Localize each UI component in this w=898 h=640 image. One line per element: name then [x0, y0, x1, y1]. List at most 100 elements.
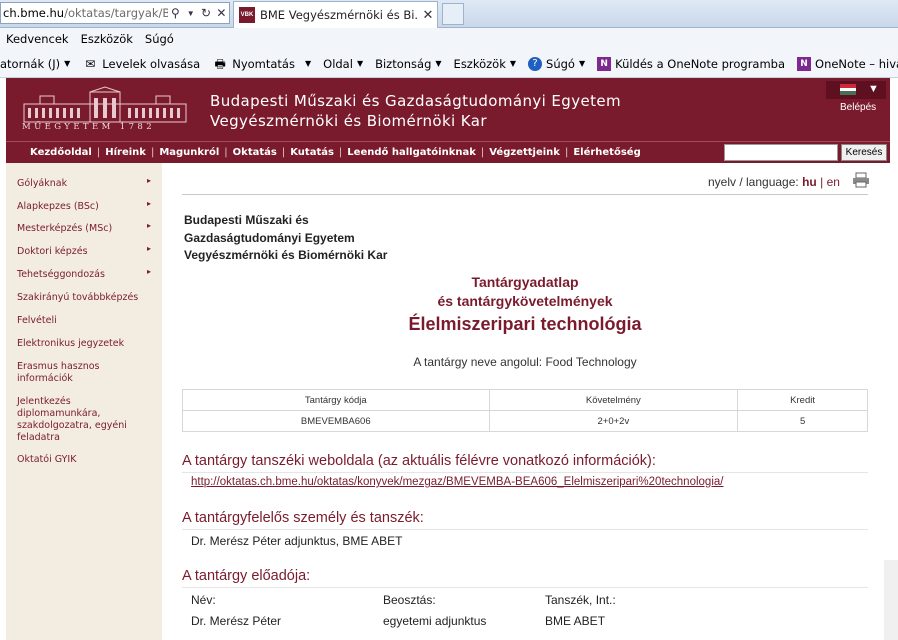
hungarian-flag-icon	[840, 84, 856, 95]
search-icon[interactable]: ⚲	[168, 6, 183, 20]
help-icon: ?	[528, 56, 543, 71]
chevron-down-icon: ▼	[304, 59, 312, 68]
cmd-print-label: Nyomtatás	[232, 56, 295, 71]
chevron-right-icon: ▸	[147, 221, 152, 230]
course-website-link[interactable]: http://oktatas.ch.bme.hu/oktatas/konyvek…	[191, 476, 723, 488]
menu-tools[interactable]: Eszközök	[75, 32, 139, 46]
vertical-scrollbar[interactable]	[884, 560, 898, 640]
dropdown-icon[interactable]: ▼	[183, 9, 198, 18]
course-data-table: Tantárgy kódja Követelmény Kredit BMEVEM…	[182, 389, 868, 432]
sidebar-item-e-notes[interactable]: Elektronikus jegyzetek	[17, 338, 142, 350]
sidebar: Gólyáknak ▸ Alapkepzes (BSc) ▸ Mesterkép…	[6, 163, 162, 640]
cmd-tools[interactable]: Eszközök ▼	[454, 57, 516, 71]
divider	[182, 587, 868, 588]
chevron-right-icon: ▸	[147, 176, 152, 185]
cmd-print[interactable]: 🖶 Nyomtatás ▼	[212, 56, 312, 71]
nav-separator: |	[480, 147, 485, 158]
lang-hu-link[interactable]: hu	[802, 175, 817, 189]
language-label: nyelv / language:	[708, 175, 799, 189]
cmd-read-mail[interactable]: ✉ Levelek olvasása	[82, 57, 200, 71]
responsible-person: Dr. Merész Péter adjunktus, BME ABET	[191, 534, 403, 548]
sidebar-item-admission[interactable]: Felvételi	[17, 315, 142, 327]
tab-favicon-icon: VBK	[239, 7, 255, 23]
chevron-down-icon: ▼	[435, 59, 442, 68]
divider	[182, 529, 868, 530]
nav-research[interactable]: Kutatás	[290, 147, 334, 158]
cmd-partial[interactable]: atornák (J) ▼	[0, 57, 70, 71]
cmd-page[interactable]: Oldal ▼	[323, 57, 363, 71]
browser-tab-active[interactable]: VBK BME Vegyészmérnöki és Bi... ✕	[233, 1, 438, 28]
printer-icon[interactable]	[852, 172, 870, 188]
lang-en-link[interactable]: en	[827, 175, 840, 189]
lecturer-name: Dr. Merész Péter	[191, 614, 282, 628]
triangle-down-icon: ▼	[868, 83, 879, 95]
chevron-right-icon: ▸	[147, 199, 152, 208]
cmd-help-label: Súgó	[546, 56, 575, 71]
menu-help[interactable]: Súgó	[139, 32, 180, 46]
table-cell-credit: 5	[737, 410, 868, 432]
address-path: /oktatas/targyak/BMEVI	[64, 6, 168, 20]
cmd-safety[interactable]: Biztonság ▼	[375, 57, 441, 71]
cmd-onenote-link-label: OneNote – hivatkoz	[815, 56, 898, 71]
address-host: ch.bme.hu	[3, 6, 65, 20]
menu-favorites[interactable]: Kedvencek	[0, 32, 75, 46]
nav-education[interactable]: Oktatás	[233, 147, 277, 158]
nav-alumni[interactable]: Végzettjeink	[489, 147, 560, 158]
nav-about[interactable]: Magunkról	[159, 147, 219, 158]
course-title: Élelmiszeripari technológia	[408, 314, 642, 334]
sidebar-item-talent[interactable]: Tehetséggondozás	[17, 269, 142, 281]
sidebar-item-further-training[interactable]: Szakirányú továbbképzés	[17, 292, 142, 304]
lang-separator: |	[820, 175, 824, 189]
cmd-help[interactable]: ? Súgó ▼	[528, 56, 585, 71]
cmd-onenote-send-label: Küldés a OneNote programba	[615, 56, 786, 71]
nav-separator: |	[281, 147, 286, 158]
nav-future-students[interactable]: Leendő hallgatóinknak	[347, 147, 476, 158]
nav-separator: |	[150, 147, 155, 158]
table-header-requirement: Követelmény	[488, 389, 739, 411]
language-switch: nyelv / language: hu | en	[708, 175, 840, 189]
requirements-title: és tantárgykövetelmények	[437, 293, 613, 309]
sidebar-item-freshmen[interactable]: Gólyáknak	[17, 178, 142, 190]
main-nav: Kezdőoldal | Híreink | Magunkról | Oktatás |…	[6, 141, 890, 163]
printer-icon: 🖶	[214, 56, 226, 71]
stop-icon[interactable]: ✕	[214, 6, 229, 20]
chevron-down-icon: ▼	[356, 59, 364, 68]
sidebar-item-faq[interactable]: Oktatói GYIK	[17, 454, 142, 466]
refresh-icon[interactable]: ↻	[198, 6, 213, 20]
chevron-right-icon: ▸	[147, 267, 152, 276]
chevron-right-icon: ▸	[147, 244, 152, 253]
sidebar-item-msc[interactable]: Mesterképzés (MSc)	[17, 223, 142, 235]
cmd-partial-label: atornák (J)	[0, 56, 61, 71]
address-url[interactable]: ch.bme.hu/oktatas/targyak/BMEVI	[3, 6, 168, 20]
nav-home[interactable]: Kezdőoldal	[30, 147, 92, 158]
cmd-read-mail-label: Levelek olvasása	[102, 56, 201, 71]
institution-line-3: Vegyészmérnöki és Biomérnöki Kar	[184, 248, 388, 262]
tab-title: BME Vegyészmérnöki és Bi...	[260, 8, 419, 22]
new-tab-button[interactable]	[442, 3, 464, 25]
onenote-icon: N	[797, 56, 812, 71]
sidebar-item-thesis[interactable]: Jelentkezés diplomamunkára, szakdolgozat…	[17, 396, 142, 444]
menu-bar: Kedvencek Eszközök Súgó	[0, 28, 898, 50]
onenote-icon: N	[597, 56, 612, 71]
nav-separator: |	[96, 147, 101, 158]
lecturer-department: BME ABET	[545, 614, 606, 628]
cmd-onenote-send[interactable]: N Küldés a OneNote programba	[597, 56, 786, 71]
header-top-right: ▼ Belépés	[826, 78, 890, 141]
nav-contact[interactable]: Elérhetőség	[573, 147, 640, 158]
sidebar-item-phd[interactable]: Doktori képzés	[17, 246, 142, 258]
search-button[interactable]: Keresés	[841, 144, 887, 161]
cmd-onenote-link[interactable]: NOneNote – hivatkoz	[797, 56, 898, 71]
sidebar-item-erasmus[interactable]: Erasmus hasznos információk	[17, 361, 117, 385]
course-english-name: A tantárgy neve angolul: Food Technology	[413, 355, 637, 369]
nav-news[interactable]: Híreink	[105, 147, 146, 158]
address-bar[interactable]: ch.bme.hu/oktatas/targyak/BMEVI ⚲ ▼ ↻ ✕	[0, 2, 230, 24]
login-link[interactable]: Belépés	[840, 102, 876, 113]
table-row: BMEVEMBA606 2+0+2v 5	[182, 410, 868, 432]
chevron-down-icon: ▼	[509, 59, 517, 68]
language-flag-box[interactable]: ▼	[826, 81, 886, 99]
table-cell-code: BMEVEMBA606	[182, 410, 490, 432]
search-input[interactable]	[724, 144, 838, 161]
sidebar-item-bsc[interactable]: Alapkepzes (BSc)	[17, 201, 142, 213]
tab-close-icon[interactable]: ✕	[419, 7, 437, 23]
lecturer-header-position: Beosztás:	[383, 593, 436, 607]
